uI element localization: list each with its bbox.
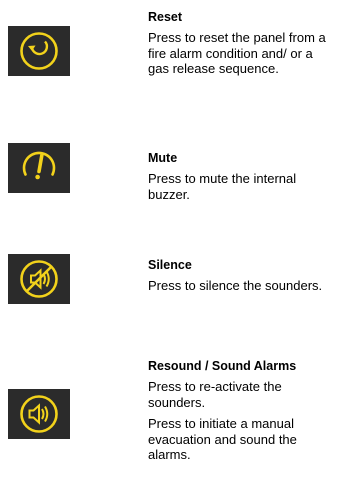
reset-title: Reset (148, 10, 183, 24)
resound-icon (20, 395, 58, 433)
resound-title: Resound / Sound Alarms (148, 359, 297, 373)
resound-button[interactable] (8, 389, 70, 439)
silence-title: Silence (148, 258, 192, 272)
silence-description: Press to silence the sounders. (148, 278, 323, 293)
reset-description: Press to reset the panel from a fire ala… (148, 30, 326, 76)
mute-title: Mute (148, 151, 178, 165)
silence-button[interactable] (8, 254, 70, 304)
resound-description: Press to re-activate the sounders. (148, 379, 282, 410)
resound-description-2: Press to initiate a manual evacuation an… (148, 416, 297, 462)
mute-description: Press to mute the internal buzzer. (148, 171, 297, 202)
mute-icon (22, 151, 56, 180)
silence-icon (20, 260, 58, 298)
reset-icon (20, 32, 58, 70)
mute-button[interactable] (8, 143, 70, 193)
reset-button[interactable] (8, 26, 70, 76)
